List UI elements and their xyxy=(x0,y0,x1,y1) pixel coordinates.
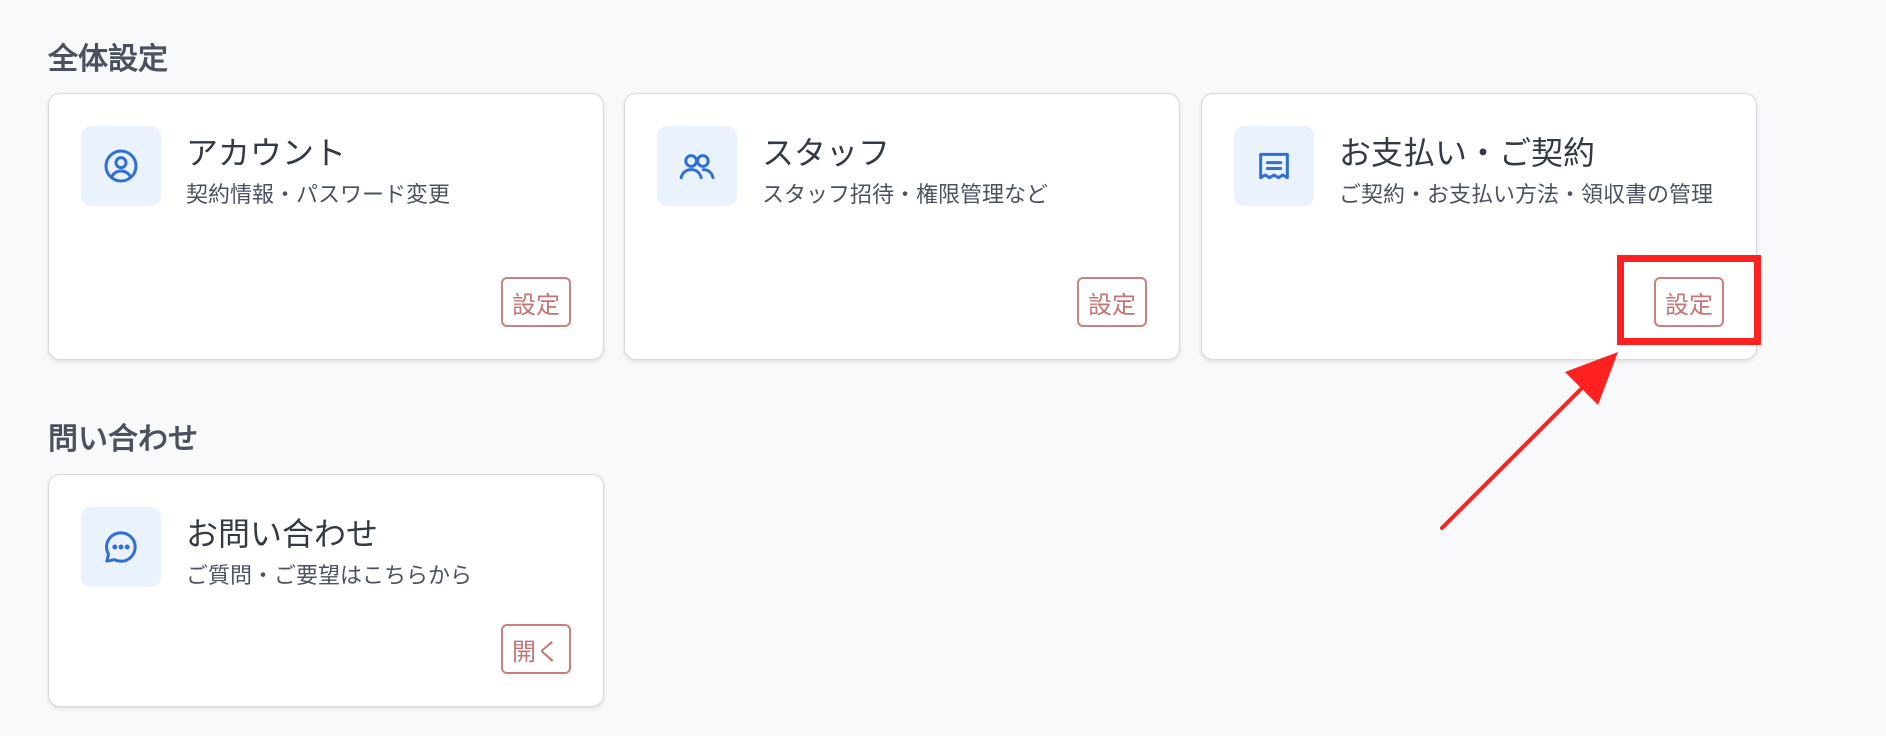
section-title-general: 全体設定 xyxy=(48,42,168,77)
card-account-desc: 契約情報・パスワード変更 xyxy=(186,183,451,208)
card-staff-desc: スタッフ招待・権限管理など xyxy=(762,183,1049,208)
card-payment-desc: ご契約・お支払い方法・領収書の管理 xyxy=(1339,183,1714,208)
payment-settings-button[interactable]: 設定 xyxy=(1654,277,1724,327)
receipt-icon xyxy=(1234,126,1314,206)
card-contact-desc: ご質問・ご要望はこちらから xyxy=(186,564,473,589)
user-circle-icon xyxy=(81,126,161,206)
card-payment: お支払い・ご契約 ご契約・お支払い方法・領収書の管理 設定 xyxy=(1201,93,1757,360)
card-staff: スタッフ スタッフ招待・権限管理など 設定 xyxy=(624,93,1180,360)
card-account: アカウント 契約情報・パスワード変更 設定 xyxy=(48,93,604,360)
section-title-contact: 問い合わせ xyxy=(48,422,198,457)
chat-icon xyxy=(81,507,161,587)
users-icon xyxy=(657,126,737,206)
card-account-title: アカウント xyxy=(186,134,347,172)
card-payment-title: お支払い・ご契約 xyxy=(1339,134,1596,172)
account-settings-button[interactable]: 設定 xyxy=(501,277,571,327)
card-contact: お問い合わせ ご質問・ご要望はこちらから 開く xyxy=(48,474,604,707)
contact-open-button[interactable]: 開く xyxy=(501,624,571,674)
staff-settings-button[interactable]: 設定 xyxy=(1077,277,1147,327)
card-contact-title: お問い合わせ xyxy=(186,515,379,553)
card-staff-title: スタッフ xyxy=(762,134,891,172)
